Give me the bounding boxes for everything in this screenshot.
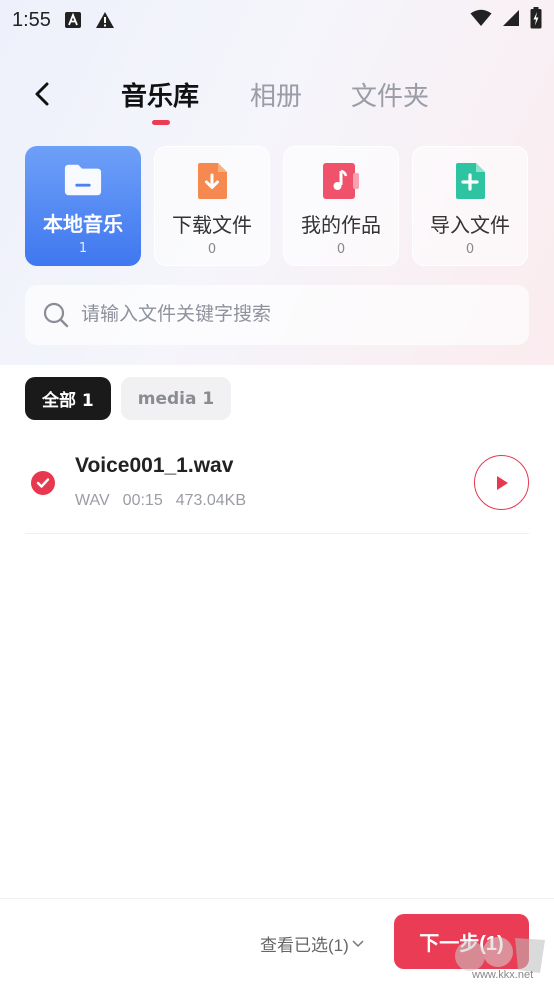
download-file-icon — [192, 161, 232, 201]
source-card-label: 导入文件 — [430, 215, 510, 237]
source-card-count: 0 — [465, 242, 475, 257]
play-button[interactable] — [474, 455, 529, 510]
watermark-text: www.kkx.net — [472, 969, 534, 981]
battery-charging-icon — [530, 7, 542, 33]
filter-chips: 全部 1 media 1 — [25, 377, 232, 420]
file-name: Voice001_1.wav — [75, 454, 234, 477]
search-icon — [43, 302, 69, 328]
source-card-import[interactable]: 导入文件 0 — [412, 146, 528, 266]
file-list-item[interactable]: Voice001_1.wav WAV 00:15 473.04KB — [25, 440, 529, 534]
font-a-icon — [64, 12, 81, 28]
source-card-count: 0 — [207, 242, 217, 257]
tab-music-library[interactable]: 音乐库 — [121, 76, 199, 113]
music-note-icon — [321, 161, 361, 201]
view-selected-label: 查看已选(1) — [260, 936, 349, 955]
source-card-downloads[interactable]: 下载文件 0 — [154, 146, 270, 266]
tab-folder[interactable]: 文件夹 — [351, 76, 429, 113]
tab-indicator — [152, 120, 170, 125]
source-card-count: 1 — [78, 241, 88, 256]
filter-chip-all[interactable]: 全部 1 — [25, 377, 111, 420]
file-size: 473.04KB — [175, 492, 246, 509]
status-time: 1:55 — [12, 8, 51, 31]
search-bar — [25, 285, 529, 345]
selected-check-icon[interactable] — [31, 471, 55, 495]
source-card-my-works[interactable]: 我的作品 0 — [283, 146, 399, 266]
top-nav: 音乐库 相册 文件夹 — [0, 66, 554, 125]
source-card-label: 下载文件 — [172, 215, 252, 237]
file-format: WAV — [75, 492, 110, 509]
file-meta: WAV 00:15 473.04KB — [75, 492, 246, 510]
folder-icon — [63, 160, 103, 200]
filter-chip-media[interactable]: media 1 — [120, 377, 232, 420]
view-selected-button[interactable]: 查看已选(1) — [260, 931, 364, 956]
wifi-icon — [470, 9, 492, 31]
status-bar: 1:55 — [0, 0, 554, 40]
signal-icon — [502, 9, 520, 31]
source-card-local-music[interactable]: 本地音乐 1 — [25, 146, 141, 266]
back-button[interactable] — [26, 78, 58, 110]
warning-icon — [95, 11, 115, 29]
chevron-down-icon — [352, 939, 364, 947]
play-icon — [496, 475, 508, 490]
file-duration: 00:15 — [122, 492, 163, 509]
search-input[interactable] — [81, 304, 501, 326]
source-card-count: 0 — [336, 242, 346, 257]
tab-album[interactable]: 相册 — [250, 76, 302, 113]
add-file-icon — [450, 161, 490, 201]
chevron-left-icon — [35, 82, 49, 106]
source-card-label: 我的作品 — [301, 215, 381, 237]
source-card-label: 本地音乐 — [43, 214, 123, 236]
source-cards: 本地音乐 1 下载文件 0 我的作品 0 导入文件 0 — [25, 146, 529, 266]
